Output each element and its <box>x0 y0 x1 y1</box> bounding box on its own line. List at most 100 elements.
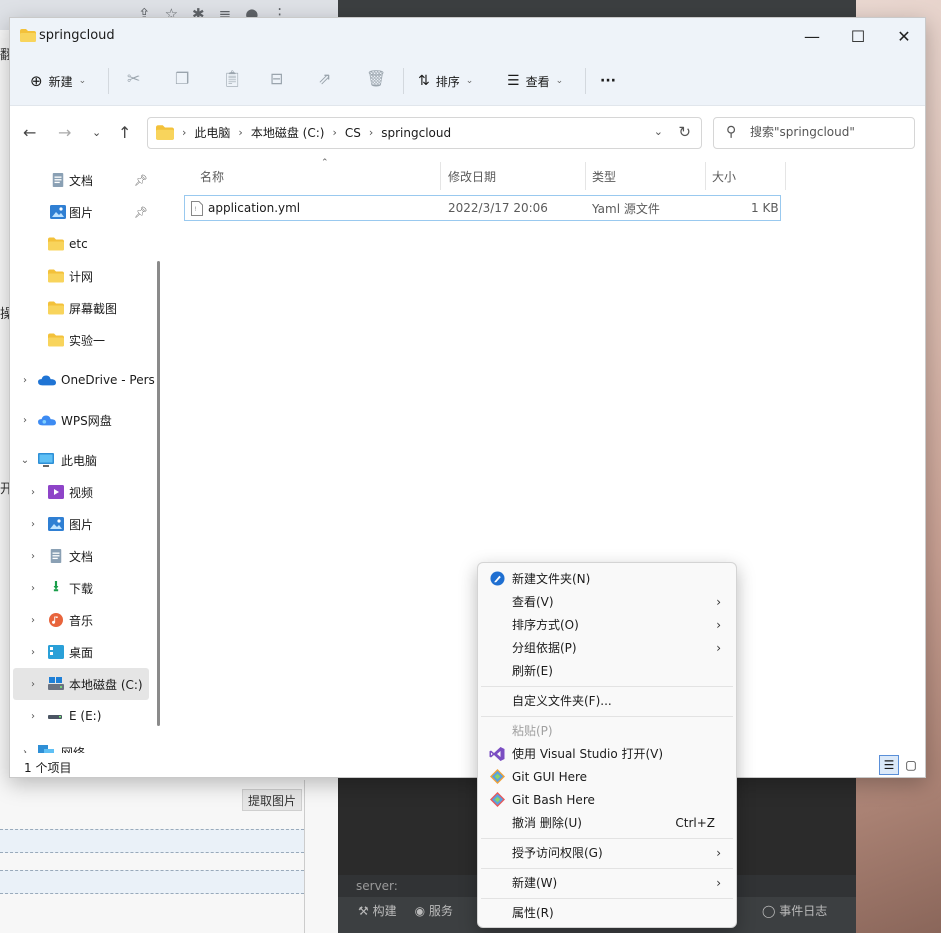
breadcrumb-item[interactable]: 本地磁盘 (C:) <box>251 124 325 141</box>
chevron-right-icon[interactable]: › <box>28 551 38 562</box>
forward-arrow-icon[interactable]: → <box>58 123 71 142</box>
back-arrow-icon[interactable]: ← <box>23 123 36 142</box>
plus-circle-icon: ⊕ <box>30 72 43 90</box>
ide-event-log[interactable]: ◯ 事件日志 <box>762 902 827 919</box>
services-icon: ◉ <box>414 903 426 918</box>
folder-icon <box>20 29 36 42</box>
chevron-down-icon[interactable]: ⌄ <box>654 125 663 138</box>
details-view-icon: ☰ <box>883 758 895 772</box>
menu-item-new[interactable]: 新建(W) › <box>481 871 733 894</box>
breadcrumb-item[interactable]: springcloud <box>381 126 451 140</box>
nav-scrollbar[interactable] <box>157 161 160 753</box>
chevron-right-icon[interactable]: › <box>28 615 38 626</box>
minimize-button[interactable]: — <box>789 18 835 54</box>
paste-icon[interactable]: 📋︎ <box>222 69 242 88</box>
nav-item-documents-quick[interactable]: 文档 📌︎ <box>10 164 158 196</box>
event-log-icon: ◯ <box>762 904 776 918</box>
rename-icon[interactable]: ⊟ <box>270 69 283 88</box>
menu-item-git-bash[interactable]: Git Bash Here <box>481 788 733 811</box>
new-button[interactable]: ⊕ 新建 ⌄ <box>30 68 86 94</box>
address-bar[interactable]: › 此电脑 › 本地磁盘 (C:) › CS › springcloud ⌄ ↻ <box>147 117 702 149</box>
item-count: 1 个项目 <box>24 761 72 775</box>
cut-icon[interactable]: ✂ <box>127 69 140 88</box>
column-header-size[interactable]: 大小 <box>712 164 736 188</box>
chevron-right-icon[interactable]: › <box>28 711 38 722</box>
menu-item-undo-delete[interactable]: 撤消 删除(U) Ctrl+Z <box>481 811 733 834</box>
up-arrow-icon[interactable]: ↑ <box>118 123 131 142</box>
nav-item-music[interactable]: › 音乐 <box>10 604 158 636</box>
menu-item-refresh[interactable]: 刷新(E) <box>481 659 733 682</box>
column-header-name[interactable]: 名称 <box>200 164 224 188</box>
breadcrumb-item[interactable]: CS <box>345 126 361 140</box>
menu-item-new-folder[interactable]: 新建文件夹(N) <box>481 567 733 590</box>
ide-build-tab[interactable]: ⚒ 构建 <box>358 902 397 919</box>
nav-item-this-pc[interactable]: ⌄ 此电脑 <box>10 444 158 476</box>
menu-item-properties[interactable]: 属性(R) <box>481 901 733 924</box>
chevron-right-icon[interactable]: › <box>20 375 30 386</box>
breadcrumb-item[interactable]: 此电脑 <box>194 124 230 141</box>
nav-item-documents[interactable]: › 文档 <box>10 540 158 572</box>
share-icon[interactable]: ⇗ <box>318 69 331 88</box>
chevron-right-icon[interactable]: › <box>28 519 38 530</box>
ide-services-tab[interactable]: ◉ 服务 <box>415 902 453 919</box>
details-view-button[interactable]: ☰ <box>879 755 899 775</box>
separator <box>585 68 586 94</box>
extract-image-button[interactable]: 提取图片 <box>242 789 302 811</box>
scrollbar-thumb[interactable] <box>157 261 160 726</box>
pin-icon[interactable]: 📌︎ <box>134 206 148 219</box>
tiles-view-button[interactable]: ▢ <box>901 755 921 775</box>
chevron-right-icon[interactable]: › <box>28 647 38 658</box>
nav-item-wps-drive[interactable]: › WPS网盘 <box>10 404 158 436</box>
column-header-type[interactable]: 类型 <box>592 164 616 188</box>
nav-item-screenshots[interactable]: 屏幕截图 <box>10 292 158 324</box>
document-icon <box>52 173 64 187</box>
chevron-right-icon[interactable]: › <box>20 747 30 754</box>
chevron-right-icon[interactable]: › <box>28 679 38 690</box>
menu-item-view[interactable]: 查看(V) › <box>481 590 733 613</box>
nav-item-pictures-quick[interactable]: 图片 📌︎ <box>10 196 158 228</box>
more-button[interactable]: ··· <box>600 68 616 94</box>
menu-item-customize-folder[interactable]: 自定义文件夹(F)... <box>481 689 733 712</box>
chevron-right-icon[interactable]: › <box>28 487 38 498</box>
chevron-down-icon[interactable]: ⌄ <box>20 455 30 466</box>
menu-item-group-by[interactable]: 分组依据(P) › <box>481 636 733 659</box>
nav-item-local-disk-c[interactable]: › 本地磁盘 (C:) <box>13 668 149 700</box>
nav-item-onedrive[interactable]: › OneDrive - Pers <box>10 364 158 396</box>
close-button[interactable]: ✕ <box>881 18 927 54</box>
menu-item-sort-by[interactable]: 排序方式(O) › <box>481 613 733 636</box>
copy-icon[interactable]: ❐ <box>175 69 189 88</box>
view-button[interactable]: ☰ 查看 ⌄ <box>507 68 563 94</box>
column-divider[interactable] <box>705 162 706 190</box>
nav-item-downloads[interactable]: › ⭳ 下载 <box>10 572 158 604</box>
file-row[interactable]: ! application.yml 2022/3/17 20:06 Yaml 源… <box>184 195 781 221</box>
nav-item-drive-e[interactable]: › E (E:) <box>10 700 158 732</box>
column-divider[interactable] <box>440 162 441 190</box>
column-divider[interactable] <box>785 162 786 190</box>
maximize-button[interactable]: ☐ <box>835 18 881 54</box>
pin-icon[interactable]: 📌︎ <box>134 174 148 187</box>
view-list-icon: ☰ <box>507 73 520 89</box>
column-header-modified[interactable]: 修改日期 <box>448 164 496 188</box>
search-input[interactable] <box>748 124 908 140</box>
nav-item-videos[interactable]: › 视频 <box>10 476 158 508</box>
nav-item-experiment-1[interactable]: 实验一 <box>10 324 158 356</box>
search-box[interactable]: ⚲ <box>713 117 915 149</box>
nav-item-network[interactable]: › 网络 <box>10 736 158 753</box>
git-gui-icon <box>489 769 505 785</box>
menu-item-paste[interactable]: 粘贴(P) <box>481 719 733 742</box>
column-divider[interactable] <box>585 162 586 190</box>
nav-item-desktop[interactable]: › 桌面 <box>10 636 158 668</box>
menu-item-grant-access[interactable]: 授予访问权限(G) › <box>481 841 733 864</box>
menu-item-open-visual-studio[interactable]: 使用 Visual Studio 打开(V) <box>481 742 733 765</box>
sort-button[interactable]: ⇅ 排序 ⌄ <box>418 68 473 94</box>
refresh-icon[interactable]: ↻ <box>678 123 691 141</box>
delete-icon[interactable]: 🗑︎ <box>366 69 386 88</box>
chevron-right-icon[interactable]: › <box>20 415 30 426</box>
nav-item-etc[interactable]: etc <box>10 228 158 260</box>
nav-item-network-course[interactable]: 计网 <box>10 260 158 292</box>
divider <box>304 780 305 933</box>
nav-item-pictures[interactable]: › 图片 <box>10 508 158 540</box>
recent-chevron-icon[interactable]: ⌄ <box>92 126 101 139</box>
chevron-right-icon[interactable]: › <box>28 583 38 594</box>
menu-item-git-gui[interactable]: Git GUI Here <box>481 765 733 788</box>
